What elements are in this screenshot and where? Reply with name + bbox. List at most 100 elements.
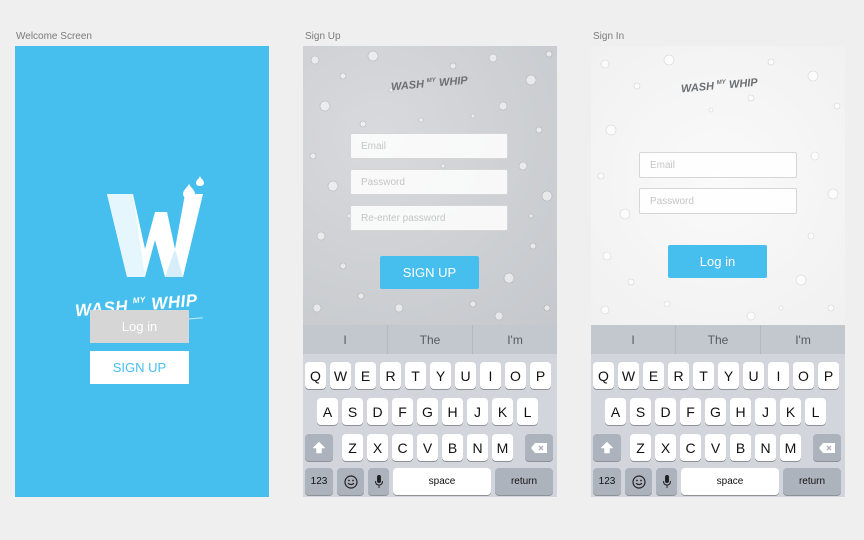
key-a[interactable]: A — [605, 398, 626, 425]
suggestion-item[interactable]: I — [303, 325, 388, 354]
backspace-icon — [819, 442, 835, 453]
key-z[interactable]: Z — [342, 434, 363, 461]
key-s[interactable]: S — [342, 398, 363, 425]
shift-key[interactable] — [305, 434, 333, 461]
keyboard: I The I'm Q W E R T Y U I O P A S D F G … — [303, 325, 557, 497]
key-e[interactable]: E — [643, 362, 664, 389]
key-v[interactable]: V — [417, 434, 438, 461]
space-key[interactable]: space — [393, 468, 491, 495]
key-w[interactable]: W — [330, 362, 351, 389]
key-e[interactable]: E — [355, 362, 376, 389]
key-v[interactable]: V — [705, 434, 726, 461]
key-f[interactable]: F — [680, 398, 701, 425]
small-brand-logo: WASH MY WHIP — [391, 72, 471, 98]
suggestion-item[interactable]: The — [388, 325, 473, 354]
signin-screen-label: Sign In — [593, 31, 625, 42]
key-t[interactable]: T — [693, 362, 714, 389]
key-g[interactable]: G — [705, 398, 726, 425]
key-g[interactable]: G — [417, 398, 438, 425]
emoji-key[interactable] — [337, 468, 364, 495]
signup-reenter-password-field[interactable] — [350, 205, 508, 231]
key-q[interactable]: Q — [305, 362, 326, 389]
key-l[interactable]: L — [805, 398, 826, 425]
suggestion-item[interactable]: I — [591, 325, 676, 354]
backspace-key[interactable] — [525, 434, 553, 461]
login-button[interactable]: Log in — [90, 310, 189, 343]
signup-screen-label: Sign Up — [305, 31, 341, 42]
key-q[interactable]: Q — [593, 362, 614, 389]
key-m[interactable]: M — [492, 434, 513, 461]
key-j[interactable]: J — [467, 398, 488, 425]
shift-icon — [600, 441, 614, 454]
signin-login-button[interactable]: Log in — [668, 245, 767, 278]
key-r[interactable]: R — [668, 362, 689, 389]
key-f[interactable]: F — [392, 398, 413, 425]
suggestion-item[interactable]: I'm — [761, 325, 845, 354]
emoji-key[interactable] — [625, 468, 652, 495]
key-n[interactable]: N — [755, 434, 776, 461]
signup-button[interactable]: SIGN UP — [90, 351, 189, 384]
key-z[interactable]: Z — [630, 434, 651, 461]
key-j[interactable]: J — [755, 398, 776, 425]
emoji-icon — [631, 474, 646, 489]
key-i[interactable]: I — [480, 362, 501, 389]
key-c[interactable]: C — [392, 434, 413, 461]
key-y[interactable]: Y — [718, 362, 739, 389]
backspace-icon — [531, 442, 547, 453]
brand-word-whip: WHIP — [438, 74, 469, 90]
key-b[interactable]: B — [730, 434, 751, 461]
signin-password-field[interactable] — [639, 188, 797, 214]
signup-screen: WASH MY WHIP SIGN UP I The I'm Q W E R T… — [303, 46, 557, 497]
key-l[interactable]: L — [517, 398, 538, 425]
key-p[interactable]: P — [818, 362, 839, 389]
key-x[interactable]: X — [367, 434, 388, 461]
brand-word-wash: WASH — [390, 78, 425, 94]
brand-word-my: MY — [716, 79, 727, 87]
shift-key[interactable] — [593, 434, 621, 461]
numbers-key[interactable]: 123 — [305, 468, 333, 495]
key-k[interactable]: K — [492, 398, 513, 425]
key-h[interactable]: H — [730, 398, 751, 425]
key-w[interactable]: W — [618, 362, 639, 389]
key-x[interactable]: X — [655, 434, 676, 461]
key-n[interactable]: N — [467, 434, 488, 461]
key-s[interactable]: S — [630, 398, 651, 425]
key-i[interactable]: I — [768, 362, 789, 389]
key-t[interactable]: T — [405, 362, 426, 389]
numbers-key[interactable]: 123 — [593, 468, 621, 495]
microphone-icon — [662, 475, 671, 488]
signup-email-field[interactable] — [350, 133, 508, 159]
key-m[interactable]: M — [780, 434, 801, 461]
welcome-screen: WASH MY WHIP Log in SIGN UP — [15, 46, 269, 497]
key-h[interactable]: H — [442, 398, 463, 425]
key-c[interactable]: C — [680, 434, 701, 461]
wash-my-whip-logo-icon — [107, 176, 204, 277]
suggestion-item[interactable]: The — [676, 325, 761, 354]
key-u[interactable]: U — [743, 362, 764, 389]
key-o[interactable]: O — [505, 362, 526, 389]
microphone-key[interactable] — [656, 468, 677, 495]
key-y[interactable]: Y — [430, 362, 451, 389]
key-r[interactable]: R — [380, 362, 401, 389]
suggestion-item[interactable]: I'm — [473, 325, 557, 354]
key-d[interactable]: D — [655, 398, 676, 425]
return-key[interactable]: return — [783, 468, 841, 495]
suggestion-bar: I The I'm — [303, 325, 557, 354]
key-o[interactable]: O — [793, 362, 814, 389]
key-k[interactable]: K — [780, 398, 801, 425]
key-u[interactable]: U — [455, 362, 476, 389]
small-brand-logo: WASH MY WHIP — [681, 74, 761, 100]
return-key[interactable]: return — [495, 468, 553, 495]
key-a[interactable]: A — [317, 398, 338, 425]
signup-submit-button[interactable]: SIGN UP — [380, 256, 479, 289]
signup-password-field[interactable] — [350, 169, 508, 195]
signin-screen: WASH MY WHIP Log in I The I'm Q W E R T … — [591, 46, 845, 497]
microphone-icon — [374, 475, 383, 488]
microphone-key[interactable] — [368, 468, 389, 495]
key-b[interactable]: B — [442, 434, 463, 461]
key-d[interactable]: D — [367, 398, 388, 425]
signin-email-field[interactable] — [639, 152, 797, 178]
key-p[interactable]: P — [530, 362, 551, 389]
backspace-key[interactable] — [813, 434, 841, 461]
space-key[interactable]: space — [681, 468, 779, 495]
